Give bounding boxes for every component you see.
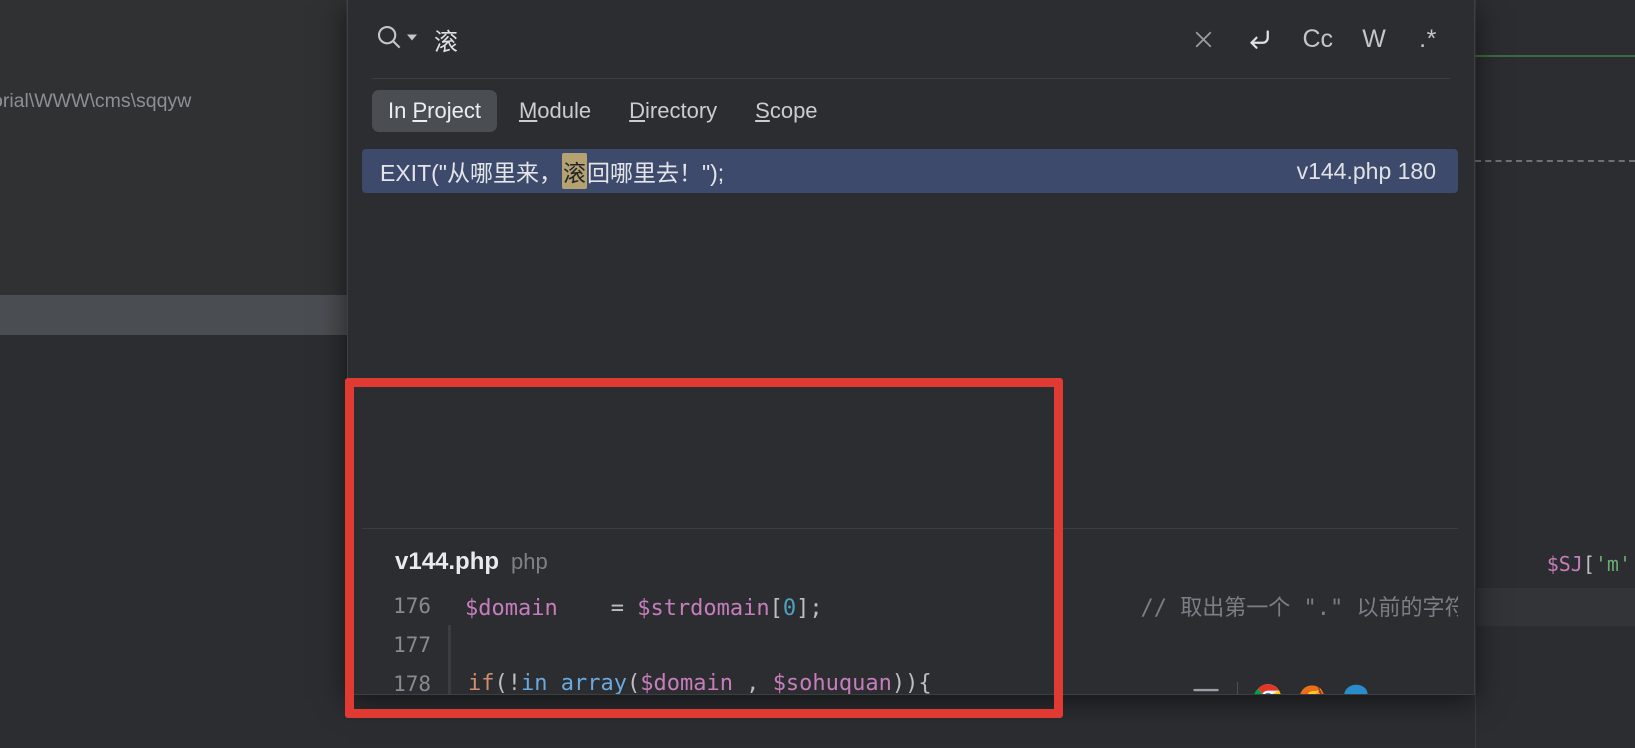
code-line: 176 $domain = $strdomain[0]; // 取出第一个 "."… bbox=[363, 586, 1458, 625]
background-dashed-separator bbox=[1475, 160, 1635, 162]
code-token: $strdomain bbox=[637, 595, 770, 621]
code-token: ( bbox=[626, 671, 641, 694]
background-marker-line bbox=[1475, 55, 1635, 57]
search-result-location: v144.php 180 bbox=[1296, 157, 1436, 184]
code-token: $domain bbox=[465, 595, 558, 621]
results-preview-divider bbox=[362, 528, 1458, 529]
toolbar-divider bbox=[1237, 682, 1238, 694]
result-prefix: EXIT("从哪里来， bbox=[380, 160, 562, 186]
firefox-icon[interactable] bbox=[1298, 683, 1326, 694]
match-case-toggle[interactable]: Cc bbox=[1295, 19, 1340, 59]
preview-language-label: php bbox=[511, 549, 548, 574]
scope-tabs: In Project Module Directory Scope bbox=[348, 79, 1474, 143]
tab-in-project-mnemonic: P bbox=[412, 98, 428, 123]
close-icon[interactable] bbox=[1183, 19, 1223, 59]
background-left-highlight-strip bbox=[0, 295, 347, 335]
code-token: = bbox=[557, 595, 638, 621]
background-code-fragment: $SJ['m' bbox=[1547, 552, 1631, 576]
code-token: $sohuquan bbox=[772, 671, 892, 694]
tab-module-mnemonic: M bbox=[518, 98, 538, 123]
regex-toggle[interactable]: .* bbox=[1408, 19, 1448, 59]
preview-header: v144.php php bbox=[363, 536, 1458, 586]
background-left-panel: orial\WWW\cms\sqqyw bbox=[0, 0, 347, 295]
search-input[interactable] bbox=[434, 25, 1170, 53]
tab-directory[interactable]: Directory bbox=[613, 90, 733, 132]
background-left-lower bbox=[0, 335, 347, 748]
find-in-path-dialog: Cc W .* In Project Module Directory Scop… bbox=[347, 0, 1475, 695]
tab-in-project[interactable]: In Project bbox=[372, 90, 497, 132]
line-number: 177 bbox=[363, 625, 448, 664]
search-icon bbox=[374, 22, 404, 57]
line-number: 176 bbox=[363, 586, 448, 625]
search-row: Cc W .* bbox=[348, 0, 1474, 78]
code-token: , bbox=[732, 671, 773, 694]
code-token: )){ bbox=[891, 671, 932, 694]
edge-icon[interactable] bbox=[1342, 683, 1370, 694]
code-line-text: if(!in_array($domain , $sohuquan)){ bbox=[451, 671, 932, 694]
code-preview[interactable]: 176 $domain = $strdomain[0]; // 取出第一个 "."… bbox=[363, 586, 1458, 694]
code-token: in_array bbox=[521, 671, 627, 694]
tab-in-project-post: roject bbox=[427, 98, 481, 123]
code-token: $domain bbox=[640, 671, 733, 694]
code-token: 0 bbox=[782, 595, 797, 621]
code-token: (! bbox=[494, 671, 522, 694]
result-suffix: 回哪里去！"); bbox=[586, 160, 725, 186]
code-string: 'm' bbox=[1594, 552, 1631, 576]
line-number: 178 bbox=[363, 664, 448, 694]
code-token: [ bbox=[769, 595, 783, 621]
code-bracket: [ bbox=[1582, 552, 1595, 576]
soft-wrap-icon[interactable] bbox=[1191, 684, 1221, 694]
search-input-holder[interactable] bbox=[434, 25, 1170, 53]
tab-in-project-pre: In bbox=[388, 98, 413, 123]
tab-module[interactable]: Module bbox=[503, 90, 607, 132]
code-variable: $SJ bbox=[1546, 552, 1583, 576]
new-line-icon[interactable] bbox=[1237, 19, 1281, 59]
tab-scope[interactable]: Scope bbox=[739, 90, 833, 132]
tab-scope-post: cope bbox=[769, 98, 818, 123]
code-line-text: $domain = $strdomain[0]; // 取出第一个 "." 以前… bbox=[448, 590, 1458, 622]
words-toggle[interactable]: W bbox=[1354, 19, 1394, 59]
background-current-line-highlight bbox=[1475, 588, 1635, 626]
preview-pane: v144.php php 176 $domain = $strdomain[0];… bbox=[363, 536, 1458, 694]
search-result-text: EXIT("从哪里来，滚回哪里去！"); bbox=[380, 153, 724, 189]
tab-directory-mnemonic: D bbox=[629, 98, 646, 123]
search-result-row[interactable]: EXIT("从哪里来，滚回哪里去！"); v144.php 180 bbox=[362, 149, 1458, 193]
preview-file-name: v144.php bbox=[395, 548, 500, 575]
background-right-editor bbox=[1475, 0, 1635, 748]
tab-module-post: odule bbox=[537, 98, 592, 123]
chevron-down-icon bbox=[406, 30, 418, 48]
result-match-highlight: 滚 bbox=[561, 153, 587, 189]
project-path-text: orial\WWW\cms\sqqyw bbox=[0, 90, 192, 112]
code-token: ]; bbox=[796, 595, 823, 621]
search-icon-group[interactable] bbox=[372, 18, 420, 61]
code-token: if bbox=[468, 671, 495, 694]
tab-scope-mnemonic: S bbox=[755, 98, 770, 123]
gutter-divider bbox=[448, 625, 451, 664]
tab-directory-post: irectory bbox=[645, 98, 718, 123]
code-line: 177 bbox=[363, 625, 1458, 664]
preview-toolbar bbox=[1191, 682, 1370, 694]
search-results-list: EXIT("从哪里来，滚回哪里去！"); v144.php 180 v144.p… bbox=[348, 143, 1474, 694]
chrome-icon[interactable] bbox=[1254, 683, 1282, 694]
code-token: // 取出第一个 "." 以前的字符 bbox=[822, 595, 1458, 621]
